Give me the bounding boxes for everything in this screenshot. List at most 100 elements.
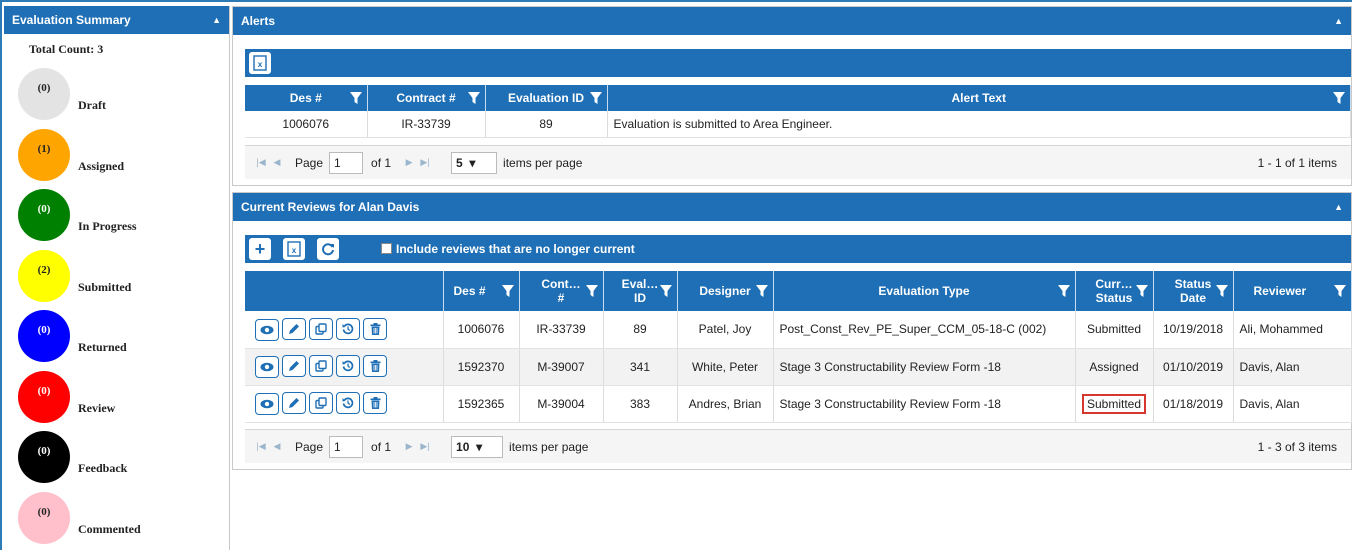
table-row[interactable]: 1006076 IR-33739 89 Evaluation is submit… — [245, 111, 1351, 138]
cell-eval-id: 341 — [603, 348, 678, 386]
filter-icon — [589, 92, 602, 104]
add-button[interactable]: + — [249, 238, 271, 260]
cell-eval-id: 89 — [603, 311, 678, 349]
last-page-icon[interactable]: ▶| — [417, 152, 433, 174]
cell-contract: M-39007 — [519, 348, 604, 386]
edit-button[interactable] — [282, 317, 306, 340]
evaluation-summary-header[interactable]: Evaluation Summary ▲ — [4, 6, 229, 34]
reviews-header[interactable]: Current Reviews for Alan Davis ▲ — [233, 193, 1351, 221]
status-count-circle[interactable]: (0) — [18, 189, 70, 241]
per-page-select[interactable]: 10 ▾ — [451, 435, 504, 458]
eye-icon — [260, 325, 274, 335]
excel-icon: x — [287, 241, 301, 257]
edit-button[interactable] — [282, 355, 306, 377]
status-count-circle[interactable]: (0) — [18, 370, 70, 423]
evaluation-summary-panel: Evaluation Summary ▲ Total Count: 3 (0) D… — [4, 6, 230, 550]
pencil-icon — [289, 323, 299, 334]
delete-button[interactable] — [363, 392, 387, 414]
per-page-label: items per page — [509, 439, 589, 454]
status-item[interactable]: (0) Draft — [4, 64, 229, 125]
copy-button[interactable] — [309, 317, 333, 340]
status-item[interactable]: (0) Review — [4, 367, 229, 428]
edit-button[interactable] — [282, 392, 306, 414]
col-designer[interactable]: Designer — [677, 271, 774, 311]
page-input[interactable]: 1 — [329, 435, 364, 458]
status-label: Submitted — [78, 279, 132, 294]
status-count-circle[interactable]: (0) — [18, 491, 70, 544]
filter-icon — [1135, 285, 1148, 297]
status-label: Commented — [78, 521, 141, 536]
copy-icon — [315, 360, 327, 372]
col-evaluation-type[interactable]: Evaluation Type — [773, 271, 1076, 311]
col-des[interactable]: Des # — [245, 85, 368, 111]
table-row[interactable]: 1592365 M-39004 383 Andres, Brian Stage 3 Co… — [245, 385, 1352, 423]
col-contract[interactable]: Cont… # — [519, 271, 604, 311]
next-page-icon[interactable]: ▶ — [401, 152, 417, 174]
collapse-icon[interactable]: ▲ — [1334, 7, 1343, 35]
filter-icon — [1333, 92, 1345, 104]
copy-button[interactable] — [309, 355, 333, 377]
first-page-icon[interactable]: |◀ — [253, 436, 269, 458]
col-eval-id[interactable]: Evaluation ID — [485, 85, 608, 111]
view-button[interactable] — [255, 318, 279, 341]
status-count-circle[interactable]: (0) — [18, 68, 70, 120]
status-item[interactable]: (0) Returned — [4, 306, 229, 367]
alerts-header[interactable]: Alerts ▲ — [233, 7, 1351, 35]
per-page-select[interactable]: 5 ▾ — [451, 151, 498, 174]
export-excel-button[interactable]: x — [283, 238, 305, 260]
col-status-date[interactable]: Status Date — [1153, 271, 1234, 311]
col-eval-id[interactable]: Eval… ID — [603, 271, 678, 311]
status-label: Review — [78, 400, 116, 415]
filter-icon — [467, 92, 480, 104]
include-checkbox[interactable] — [381, 243, 392, 254]
col-actions — [245, 271, 444, 311]
table-row[interactable]: 1592370 M-39007 341 White, Peter Stage 3 Con… — [245, 348, 1352, 386]
status-item[interactable]: (2) Submitted — [4, 246, 229, 307]
status-item[interactable]: (0) In Progress — [4, 185, 229, 246]
history-button[interactable] — [336, 317, 360, 340]
status-text: Assigned — [1089, 359, 1139, 374]
alerts-toolbar: x — [245, 49, 1351, 77]
col-reviewer[interactable]: Reviewer — [1233, 271, 1352, 311]
export-excel-button[interactable]: x — [249, 52, 271, 74]
status-item[interactable]: (1) Assigned — [4, 125, 229, 186]
cell-des: 1592365 — [443, 385, 520, 423]
include-label[interactable]: Include reviews that are no longer curre… — [396, 242, 635, 256]
cell-eval-id: 383 — [603, 385, 678, 423]
col-alert-text[interactable]: Alert Text — [607, 85, 1351, 111]
prev-page-icon[interactable]: ◀ — [269, 152, 285, 174]
table-row[interactable]: 1006076 IR-33739 89 Patel, Joy Post_Const_Re… — [245, 311, 1352, 349]
status-count-circle[interactable]: (2) — [18, 249, 70, 302]
col-contract[interactable]: Contract # — [367, 85, 486, 111]
status-count-circle[interactable]: (0) — [18, 431, 70, 483]
view-button[interactable] — [255, 356, 279, 378]
next-page-icon[interactable]: ▶ — [401, 436, 417, 458]
history-button[interactable] — [336, 392, 360, 414]
pager-range: 1 - 3 of 3 items — [1257, 439, 1337, 454]
collapse-icon[interactable]: ▲ — [1334, 193, 1343, 221]
history-button[interactable] — [336, 355, 360, 377]
delete-button[interactable] — [363, 355, 387, 377]
status-item[interactable]: (0) Feedback — [4, 427, 229, 488]
copy-button[interactable] — [309, 392, 333, 414]
col-des[interactable]: Des # — [443, 271, 520, 311]
status-text: Submitted — [1081, 393, 1147, 414]
cell-status-date: 10/19/2018 — [1153, 311, 1234, 349]
status-item[interactable]: (0) Commented — [4, 488, 229, 549]
filter-icon — [349, 92, 362, 104]
refresh-button[interactable] — [317, 238, 339, 260]
first-page-icon[interactable]: |◀ — [253, 152, 269, 174]
prev-page-icon[interactable]: ◀ — [269, 436, 285, 458]
page-input[interactable]: 1 — [329, 151, 364, 174]
delete-button[interactable] — [363, 317, 387, 340]
view-button[interactable] — [255, 393, 279, 415]
col-current-status[interactable]: Curr… Status — [1075, 271, 1154, 311]
reviews-panel: Current Reviews for Alan Davis ▲ + x Inc… — [232, 192, 1352, 470]
alerts-pager: |◀ ◀ Page 1 of 1 ▶ ▶| 5 ▾ items per page… — [245, 145, 1351, 179]
collapse-icon[interactable]: ▲ — [212, 6, 221, 34]
refresh-icon — [322, 243, 334, 256]
status-count-circle[interactable]: (1) — [18, 128, 70, 181]
evaluation-summary-title: Evaluation Summary — [12, 13, 131, 27]
status-count-circle[interactable]: (0) — [18, 310, 70, 362]
last-page-icon[interactable]: ▶| — [417, 436, 433, 458]
